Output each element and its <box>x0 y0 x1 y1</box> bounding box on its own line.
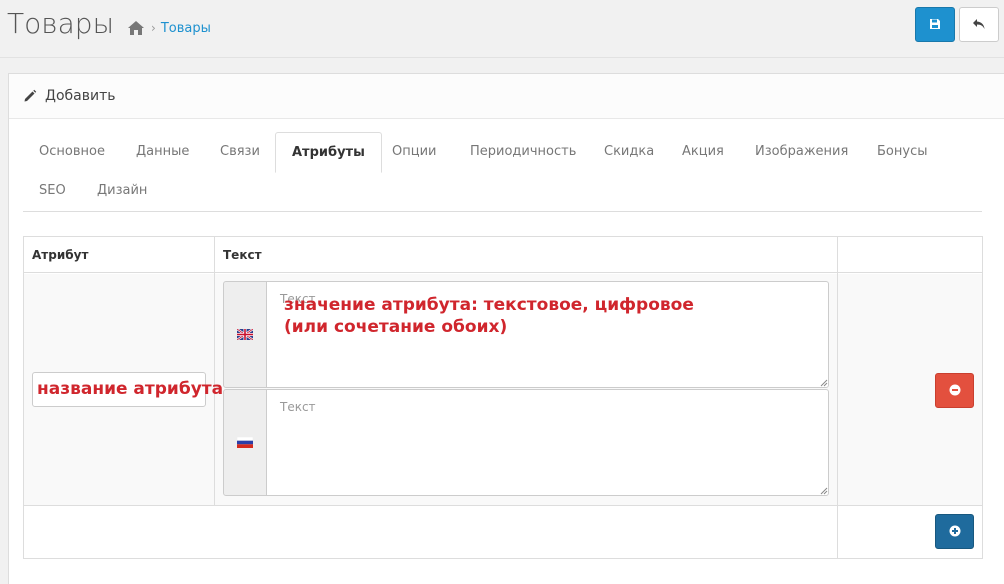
resize-grip-icon[interactable] <box>818 377 828 387</box>
column-divider <box>837 237 838 558</box>
resize-grip-icon[interactable] <box>818 485 828 495</box>
remove-attribute-button[interactable] <box>935 373 974 408</box>
tab-data[interactable]: Данные <box>120 132 205 172</box>
language-addon <box>223 281 267 388</box>
breadcrumb: › Товары <box>127 20 211 36</box>
tab-options[interactable]: Опции <box>376 132 452 172</box>
save-button[interactable] <box>915 7 955 42</box>
tab-recurring[interactable]: Периодичность <box>454 132 592 172</box>
save-icon <box>929 15 941 34</box>
breadcrumb-separator: › <box>151 21 156 35</box>
minus-circle-icon <box>949 381 961 400</box>
tab-images[interactable]: Изображения <box>739 132 864 172</box>
flag-gb-icon <box>237 329 253 340</box>
tab-general[interactable]: Основное <box>23 132 121 172</box>
annotation-value-line2: (или сочетание обоих) <box>284 317 508 337</box>
flag-ru-icon <box>237 437 253 448</box>
tab-reward[interactable]: Бонусы <box>861 132 943 172</box>
tab-design[interactable]: Дизайн <box>81 171 163 211</box>
header-divider <box>24 272 982 273</box>
tab-discount[interactable]: Скидка <box>588 132 670 172</box>
tab-special[interactable]: Акция <box>666 132 740 172</box>
plus-circle-icon <box>949 522 961 541</box>
add-attribute-button[interactable] <box>935 514 974 549</box>
panel-heading: Добавить <box>9 74 1004 119</box>
page-title: Товары <box>7 7 114 40</box>
attribute-value-textarea-ru[interactable]: Текст <box>266 389 829 496</box>
annotation-attribute-name: название атрибута <box>37 379 224 399</box>
pencil-icon <box>23 89 37 103</box>
tab-bar: Основное Данные Связи Атрибуты Опции Пер… <box>23 132 982 212</box>
tab-attributes[interactable]: Атрибуты <box>275 132 382 173</box>
column-header-attribute: Атрибут <box>32 248 89 262</box>
column-header-text: Текст <box>223 248 262 262</box>
home-icon[interactable] <box>127 20 145 36</box>
page-header: Товары › Товары <box>0 0 1004 58</box>
panel-title: Добавить <box>45 88 116 104</box>
reply-icon <box>972 15 986 34</box>
row-divider <box>24 505 982 506</box>
tab-seo[interactable]: SEO <box>23 171 82 211</box>
annotation-value-line1: значение атрибута: текстовое, цифровое <box>284 295 694 315</box>
tab-links[interactable]: Связи <box>204 132 276 172</box>
breadcrumb-link-products[interactable]: Товары <box>161 21 211 36</box>
language-addon <box>223 389 267 496</box>
attribute-value-group-ru: Текст <box>223 389 829 496</box>
column-divider <box>214 237 215 506</box>
back-button[interactable] <box>959 7 999 42</box>
